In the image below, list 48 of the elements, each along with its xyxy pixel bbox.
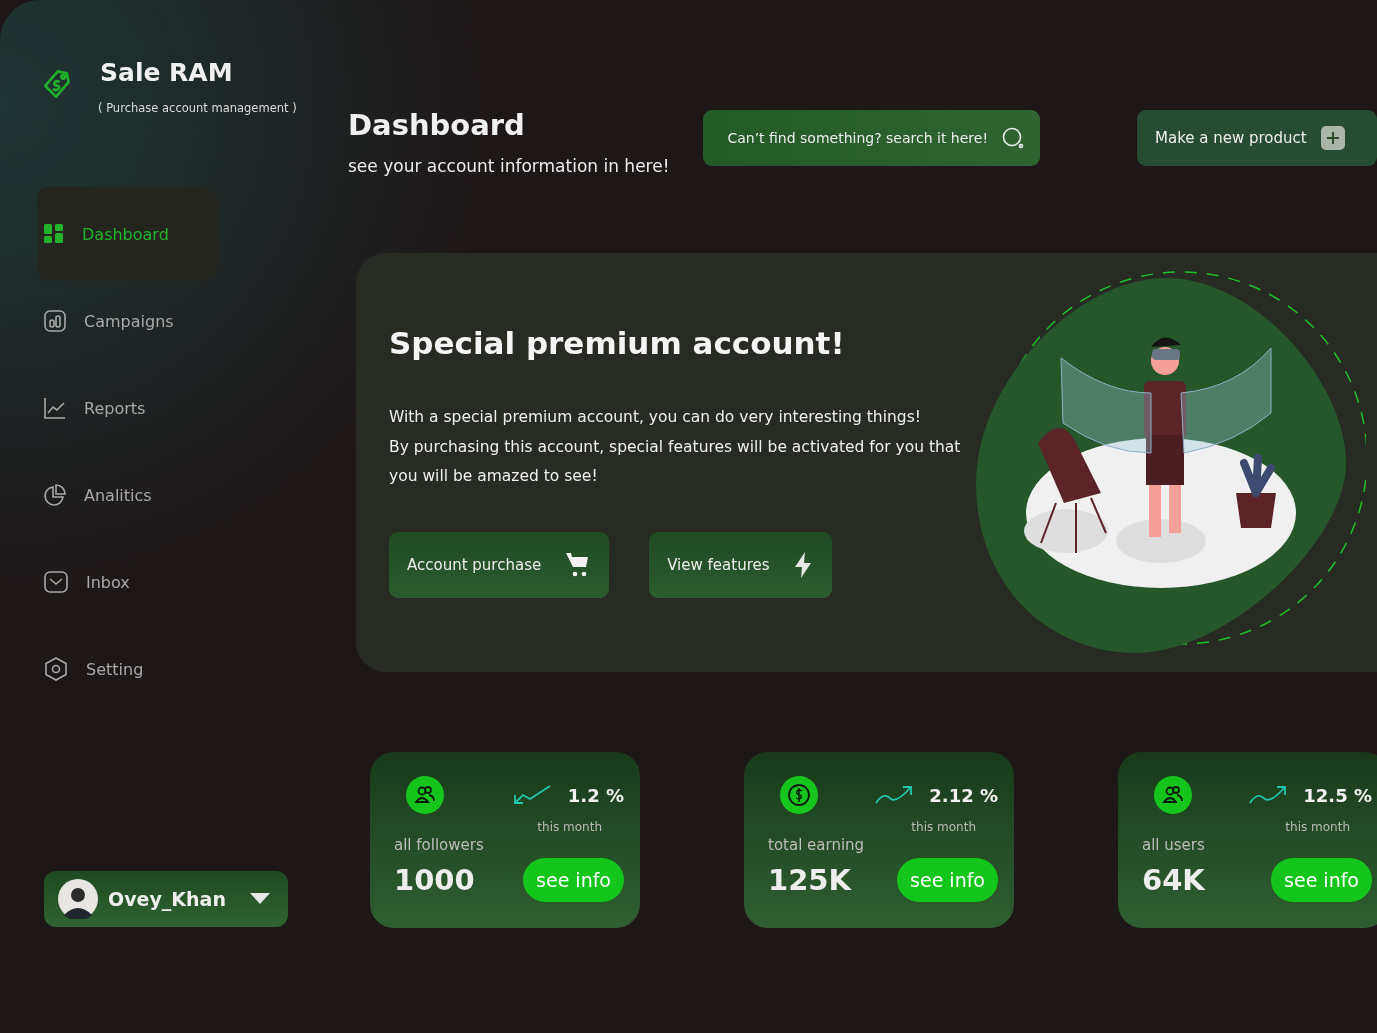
new-product-button[interactable]: Make a new product: [1137, 110, 1377, 166]
stat-value: 125K: [768, 863, 851, 897]
cart-icon: [565, 551, 590, 578]
trend-up-icon: [875, 785, 914, 805]
user-menu[interactable]: Ovey_Khan: [44, 871, 288, 927]
stat-value: 1000: [394, 863, 475, 897]
app-name: Sale RAM: [100, 58, 234, 87]
trend-down-icon: [513, 785, 552, 805]
period-label: this month: [1284, 820, 1351, 834]
change-percent: 12.5 %: [1303, 784, 1372, 806]
users-icon: [406, 776, 444, 814]
dollar-coin-icon: [780, 776, 818, 814]
users-icon: [1154, 776, 1192, 814]
bar-chart-icon: [44, 310, 66, 332]
sidebar-item[interactable]: Dashboard: [38, 187, 218, 281]
avatar-icon: [58, 879, 98, 919]
trend-up-icon: [1249, 785, 1288, 805]
pie-chart-icon: [44, 484, 66, 506]
search-icon: [1002, 127, 1024, 149]
stat-label: all followers: [394, 836, 485, 854]
banner-title: Special premium account!: [389, 325, 846, 361]
lightning-icon: [793, 551, 812, 578]
dashboard-icon: [44, 224, 64, 244]
stat-value: 64K: [1142, 863, 1205, 897]
page-title: Dashboard: [348, 108, 526, 142]
sidebar-item[interactable]: Inbox: [38, 557, 218, 607]
mail-icon: [44, 571, 68, 593]
app-tagline: ( Purchase account management ): [98, 101, 297, 115]
plus-icon: [1320, 126, 1345, 150]
page-subtitle: see your account information in here!: [348, 156, 671, 176]
sidebar-item[interactable]: Setting: [38, 644, 218, 694]
sidebar-item[interactable]: Analitics: [38, 470, 218, 520]
banner-text: By purchasing this account, special features will be activated for you that you will be amazed to see!: [389, 436, 962, 487]
settings-icon: [44, 657, 68, 681]
search-button[interactable]: Can’t find something? search it here!: [703, 110, 1040, 166]
caret-icon: [250, 893, 270, 905]
sidebar-item[interactable]: Campaigns: [38, 296, 218, 346]
features-button[interactable]: View features: [649, 531, 832, 598]
change-percent: 1.2 %: [567, 784, 624, 806]
purchase-button[interactable]: Account purchase: [389, 531, 610, 598]
line-chart-icon: [44, 397, 66, 419]
change-percent: 2.12 %: [929, 784, 998, 806]
banner-text: With a special premium account, you can do very interesting things!: [389, 407, 922, 428]
sidebar-item[interactable]: Reports: [38, 383, 218, 433]
stat-label: all users: [1142, 836, 1206, 854]
period-label: this month: [910, 820, 977, 834]
stat-label: total earning: [768, 836, 866, 854]
period-label: this month: [536, 820, 603, 834]
